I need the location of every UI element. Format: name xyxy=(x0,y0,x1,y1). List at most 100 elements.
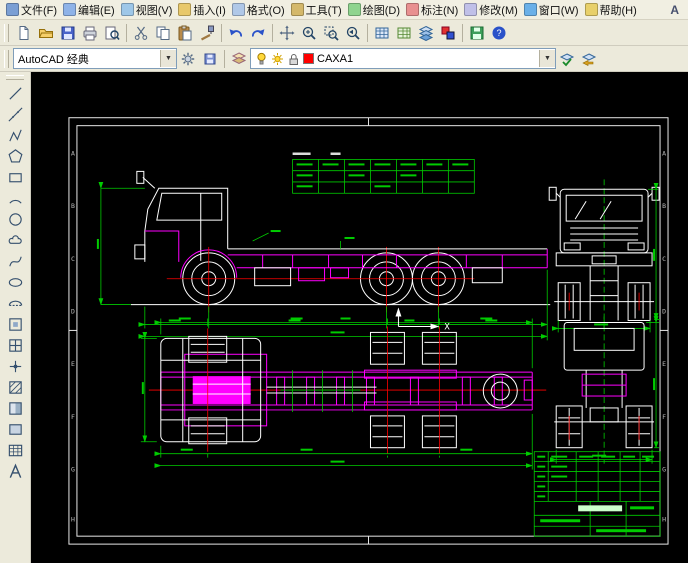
draw-tool-gradient[interactable] xyxy=(2,398,28,419)
svg-text:H: H xyxy=(71,515,75,523)
make-object-layer-current-button[interactable] xyxy=(556,48,578,70)
workspace-settings-button[interactable] xyxy=(177,48,199,70)
draw-tool-construction-line[interactable] xyxy=(2,104,28,125)
draw-tool-make-block[interactable] xyxy=(2,335,28,356)
menu-edit[interactable]: 编辑(E) xyxy=(60,1,118,19)
toolbar-separator xyxy=(224,50,225,68)
draw-tool-hatch[interactable] xyxy=(2,377,28,398)
svg-text:A: A xyxy=(71,150,75,158)
menu-file[interactable]: 文件(F) xyxy=(3,1,60,19)
plot-button[interactable] xyxy=(79,22,101,44)
copy-button[interactable] xyxy=(152,22,174,44)
draw-tool-arc[interactable] xyxy=(2,188,28,209)
draw-tool-ellipse-arc[interactable] xyxy=(2,293,28,314)
new-file-button[interactable] xyxy=(13,22,35,44)
svg-text:C: C xyxy=(662,255,666,263)
draw-tool-region[interactable] xyxy=(2,419,28,440)
zoom-window-button[interactable] xyxy=(320,22,342,44)
svg-text:H: H xyxy=(662,515,666,523)
draw-tool-revision-cloud[interactable] xyxy=(2,230,28,251)
layer-thaw-sun-icon[interactable] xyxy=(271,52,284,66)
layer-previous-button[interactable] xyxy=(578,48,600,70)
menu-help[interactable]: 帮助(H) xyxy=(582,1,640,19)
layer-properties-button[interactable] xyxy=(228,48,250,70)
print-preview-button[interactable] xyxy=(101,22,123,44)
help-menu-icon xyxy=(585,3,598,16)
color-control-button[interactable] xyxy=(437,22,459,44)
menu-format[interactable]: 格式(O) xyxy=(229,1,288,19)
toolbar-grip[interactable] xyxy=(4,50,9,68)
svg-text:E: E xyxy=(662,360,666,368)
draw-tool-polygon[interactable] xyxy=(2,146,28,167)
toolbar-separator xyxy=(272,24,273,42)
paste-button[interactable] xyxy=(174,22,196,44)
draw-tool-spline[interactable] xyxy=(2,251,28,272)
draw-tool-point[interactable] xyxy=(2,356,28,377)
menu-dimension-label: 标注(N) xyxy=(421,2,458,18)
draw-tool-circle[interactable] xyxy=(2,209,28,230)
toolbar-grip[interactable] xyxy=(4,24,9,42)
layer-combobox[interactable]: CAXA1 ▼ xyxy=(250,48,556,69)
draw-tool-multiline-text[interactable] xyxy=(2,461,28,482)
cut-button[interactable] xyxy=(130,22,152,44)
quick-table-button[interactable] xyxy=(393,22,415,44)
menu-view[interactable]: 视图(V) xyxy=(118,1,176,19)
toolbar-separator xyxy=(126,24,127,42)
menu-window[interactable]: 窗口(W) xyxy=(521,1,582,19)
toolbar-grip[interactable] xyxy=(6,75,24,80)
undo-button[interactable] xyxy=(225,22,247,44)
svg-text:B: B xyxy=(71,202,75,210)
draw-toolbar xyxy=(0,72,31,563)
draw-tool-insert-block[interactable] xyxy=(2,314,28,335)
measure-button[interactable] xyxy=(371,22,393,44)
draw-tool-rectangle[interactable] xyxy=(2,167,28,188)
menu-draw[interactable]: 绘图(D) xyxy=(345,1,403,19)
draw-tool-ellipse[interactable] xyxy=(2,272,28,293)
ucs-x-label: X xyxy=(444,322,450,332)
redo-button[interactable] xyxy=(247,22,269,44)
chevron-down-icon[interactable]: ▼ xyxy=(539,50,555,67)
layer-on-bulb-icon[interactable] xyxy=(255,52,268,66)
workspace-value: AutoCAD 经典 xyxy=(18,51,89,67)
menu-draw-label: 绘图(D) xyxy=(363,2,400,18)
workspace-layer-toolbar: AutoCAD 经典 ▼ CAXA1 ▼ xyxy=(0,46,688,72)
menu-insert[interactable]: 插入(I) xyxy=(175,1,228,19)
svg-text:F: F xyxy=(662,413,666,421)
caxa-save-button[interactable] xyxy=(466,22,488,44)
draw-tool-table[interactable] xyxy=(2,440,28,461)
format-menu-icon xyxy=(232,3,245,16)
save-workspace-button[interactable] xyxy=(199,48,221,70)
help-button[interactable]: ? xyxy=(488,22,510,44)
canvas-area: A B C D E F G H A B C D E F G H xyxy=(31,72,688,563)
draw-tool-polyline[interactable] xyxy=(2,125,28,146)
menu-modify-label: 修改(M) xyxy=(479,2,518,18)
cad-drawing-canvas[interactable]: A B C D E F G H A B C D E F G H xyxy=(31,72,688,563)
match-properties-button[interactable] xyxy=(196,22,218,44)
chevron-down-icon[interactable]: ▼ xyxy=(160,50,176,67)
save-button[interactable] xyxy=(57,22,79,44)
pan-button[interactable] xyxy=(276,22,298,44)
menu-help-label: 帮助(H) xyxy=(600,2,637,18)
toolbar-separator xyxy=(367,24,368,42)
menu-modify[interactable]: 修改(M) xyxy=(461,1,521,19)
menu-tools-label: 工具(T) xyxy=(306,2,342,18)
main-area: A B C D E F G H A B C D E F G H xyxy=(0,72,688,563)
menu-dimension[interactable]: 标注(N) xyxy=(403,1,461,19)
text-style-icon[interactable]: A xyxy=(664,3,685,17)
zoom-previous-button[interactable] xyxy=(342,22,364,44)
draw-tool-line[interactable] xyxy=(2,83,28,104)
svg-text:E: E xyxy=(71,360,75,368)
menu-window-label: 窗口(W) xyxy=(539,2,579,18)
menu-edit-label: 编辑(E) xyxy=(78,2,115,18)
layer-color-swatch[interactable] xyxy=(303,53,314,64)
menu-tools[interactable]: 工具(T) xyxy=(288,1,345,19)
open-button[interactable] xyxy=(35,22,57,44)
layers-panel-button[interactable] xyxy=(415,22,437,44)
layer-unlock-icon[interactable] xyxy=(287,52,300,66)
zoom-realtime-button[interactable] xyxy=(298,22,320,44)
current-layer-name: CAXA1 xyxy=(317,53,353,65)
workspace-combobox[interactable]: AutoCAD 经典 ▼ xyxy=(13,48,177,69)
toolbar-separator xyxy=(221,24,222,42)
tools-menu-icon xyxy=(291,3,304,16)
svg-text:A: A xyxy=(662,150,666,158)
